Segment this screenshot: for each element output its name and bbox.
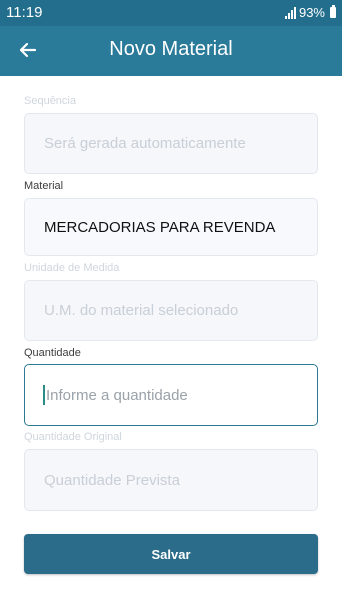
- app-bar: Novo Material: [0, 26, 342, 76]
- quantidade-original-field: Quantidade Prevista: [24, 449, 318, 511]
- quantidade-input[interactable]: [46, 386, 286, 404]
- page-title: Novo Material: [109, 38, 233, 60]
- quantidade-original-label: Quantidade Original: [24, 431, 122, 443]
- material-select[interactable]: MERCADORIAS PARA REVENDA: [24, 198, 318, 256]
- sequencia-field: Será gerada automaticamente: [24, 113, 318, 174]
- material-value: MERCADORIAS PARA REVENDA: [44, 218, 276, 236]
- unidade-field: U.M. do material selecionado: [24, 280, 318, 341]
- status-indicators: 93%: [284, 5, 336, 20]
- sequencia-placeholder: Será gerada automaticamente: [44, 135, 246, 152]
- save-button[interactable]: Salvar: [24, 534, 318, 574]
- quantidade-field[interactable]: [24, 364, 318, 426]
- sequencia-label: Sequência: [24, 95, 76, 107]
- signal-icon: [284, 6, 296, 19]
- unidade-label: Unidade de Medida: [24, 262, 120, 274]
- status-bar: 11:19 93%: [0, 0, 342, 26]
- battery-percent: 93%: [298, 5, 325, 20]
- quantidade-original-placeholder: Quantidade Prevista: [44, 471, 180, 489]
- text-caret: [43, 385, 45, 405]
- quantidade-label: Quantidade: [24, 347, 81, 359]
- battery-icon: [330, 5, 336, 18]
- status-time: 11:19: [6, 4, 43, 21]
- material-label: Material: [24, 180, 64, 192]
- unidade-placeholder: U.M. do material selecionado: [44, 302, 239, 319]
